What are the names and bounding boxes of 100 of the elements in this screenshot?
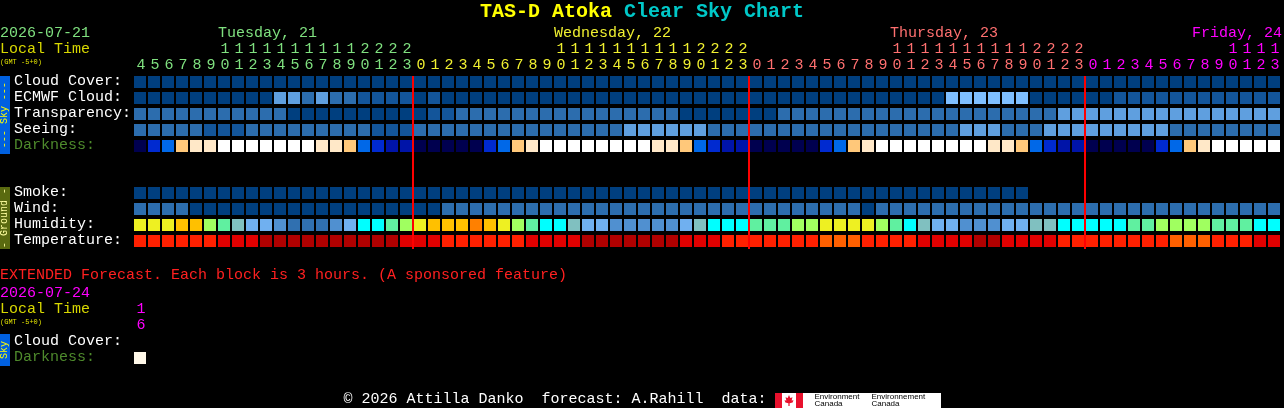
hour-label: 18 <box>1003 42 1015 74</box>
hour-label: 16 <box>639 42 651 74</box>
flag-icon <box>774 392 803 408</box>
hour-label: 18 <box>667 42 679 74</box>
hour-label: 9 <box>1213 58 1225 74</box>
row-label: Wind: <box>13 201 60 217</box>
hour-label: 23 <box>737 42 749 74</box>
hour-label: 14 <box>947 42 959 74</box>
local-time-label: Local Time <box>0 42 91 58</box>
hour-label: 7 <box>849 58 861 74</box>
hour-label: 3 <box>793 58 805 74</box>
hour-label: 9 <box>877 58 889 74</box>
hour-label: 13 <box>933 42 945 74</box>
row-label: Humidity: <box>13 217 96 233</box>
hour-label: 0 <box>1087 58 1099 74</box>
hour-label: 16 <box>135 302 147 334</box>
row-label: Darkness: <box>13 350 96 366</box>
hour-label: 6 <box>499 58 511 74</box>
hour-label: 1 <box>765 58 777 74</box>
hour-label: 17 <box>317 42 329 74</box>
hour-label: 10 <box>219 42 231 74</box>
hour-label: 23 <box>1073 42 1085 74</box>
row-label: ECMWF Cloud: <box>13 90 124 106</box>
hour-label: 12 <box>1255 42 1267 74</box>
forecast-date: 2026-07-21 <box>0 26 91 42</box>
hour-label: 7 <box>1185 58 1197 74</box>
hour-label: 10 <box>1227 42 1239 74</box>
hour-label: 13 <box>597 42 609 74</box>
hour-label: 13 <box>261 42 273 74</box>
hour-label: 5 <box>821 58 833 74</box>
hour-label: 20 <box>1031 42 1043 74</box>
hour-label: 7 <box>177 58 189 74</box>
hour-label: 15 <box>961 42 973 74</box>
chart-title: Clear Sky Chart <box>624 0 805 25</box>
hour-label: 1 <box>429 58 441 74</box>
row-label: Temperature: <box>13 233 124 249</box>
site-name: TAS-D Atoka <box>479 0 612 25</box>
hour-label: 19 <box>681 42 693 74</box>
hour-label: 2 <box>1115 58 1127 74</box>
hour-label: 20 <box>359 42 371 74</box>
hour-label: 8 <box>863 58 875 74</box>
hour-label: 22 <box>387 42 399 74</box>
hour-label: 21 <box>373 42 385 74</box>
hour-label: 19 <box>345 42 357 74</box>
hour-label: 4 <box>807 58 819 74</box>
hour-label: 8 <box>1199 58 1211 74</box>
row-label: Darkness: <box>13 138 96 154</box>
hour-label: 12 <box>247 42 259 74</box>
hour-label: 15 <box>625 42 637 74</box>
agency-name: Environnement Canada <box>871 393 926 407</box>
hour-label: 4 <box>1143 58 1155 74</box>
hour-label: 4 <box>135 58 147 74</box>
hour-label: 12 <box>583 42 595 74</box>
row-label: Seeing: <box>13 122 78 138</box>
hour-label: 20 <box>695 42 707 74</box>
hour-label: 18 <box>331 42 343 74</box>
credits-text: © 2026 Attilla Danko forecast: A.Rahill data: <box>343 392 767 408</box>
hour-label: 4 <box>471 58 483 74</box>
hour-label: 5 <box>149 58 161 74</box>
hour-label: 17 <box>653 42 665 74</box>
hour-label: 10 <box>555 42 567 74</box>
hour-label: 9 <box>205 58 217 74</box>
hour-label: 6 <box>835 58 847 74</box>
hour-label: 11 <box>233 42 245 74</box>
day-label: Friday, 24 <box>1192 26 1282 42</box>
hour-label: 3 <box>1129 58 1141 74</box>
hour-label: 15 <box>289 42 301 74</box>
day-label: Tuesday, 21 <box>218 26 318 42</box>
hour-label: 17 <box>989 42 1001 74</box>
hour-label: 19 <box>1017 42 1029 74</box>
day-label: Thursday, 23 <box>890 26 999 42</box>
day-label: Wednesday, 22 <box>554 26 672 42</box>
row-label: Cloud Cover: <box>13 74 124 90</box>
hour-label: 23 <box>401 42 413 74</box>
row-label: Transparency: <box>13 106 133 122</box>
row-label: Smoke: <box>13 185 69 201</box>
hour-label: 22 <box>723 42 735 74</box>
hour-label: 21 <box>1045 42 1057 74</box>
hour-label: 22 <box>1059 42 1071 74</box>
hour-label: 3 <box>457 58 469 74</box>
hour-label: 8 <box>191 58 203 74</box>
extended-forecast-notice: EXTENDED Forecast. Each block is 3 hours. (A sponsored feature) <box>0 268 569 284</box>
hour-label: 10 <box>891 42 903 74</box>
hour-label: 2 <box>779 58 791 74</box>
hour-label: 14 <box>275 42 287 74</box>
hour-label: 16 <box>975 42 987 74</box>
hour-label: 6 <box>163 58 175 74</box>
local-time-label: Local Time <box>0 302 91 318</box>
hour-label: 13 <box>1269 42 1281 74</box>
hour-label: 1 <box>1101 58 1113 74</box>
hour-label: 9 <box>541 58 553 74</box>
hour-label: 16 <box>303 42 315 74</box>
hour-label: 5 <box>1157 58 1169 74</box>
hour-label: 11 <box>1241 42 1253 74</box>
hour-label: 6 <box>1171 58 1183 74</box>
hour-label: 2 <box>443 58 455 74</box>
hour-label: 11 <box>905 42 917 74</box>
row-label: Cloud Cover: <box>13 334 124 350</box>
agency-name: Environment Canada <box>814 393 860 407</box>
hour-label: 0 <box>751 58 763 74</box>
